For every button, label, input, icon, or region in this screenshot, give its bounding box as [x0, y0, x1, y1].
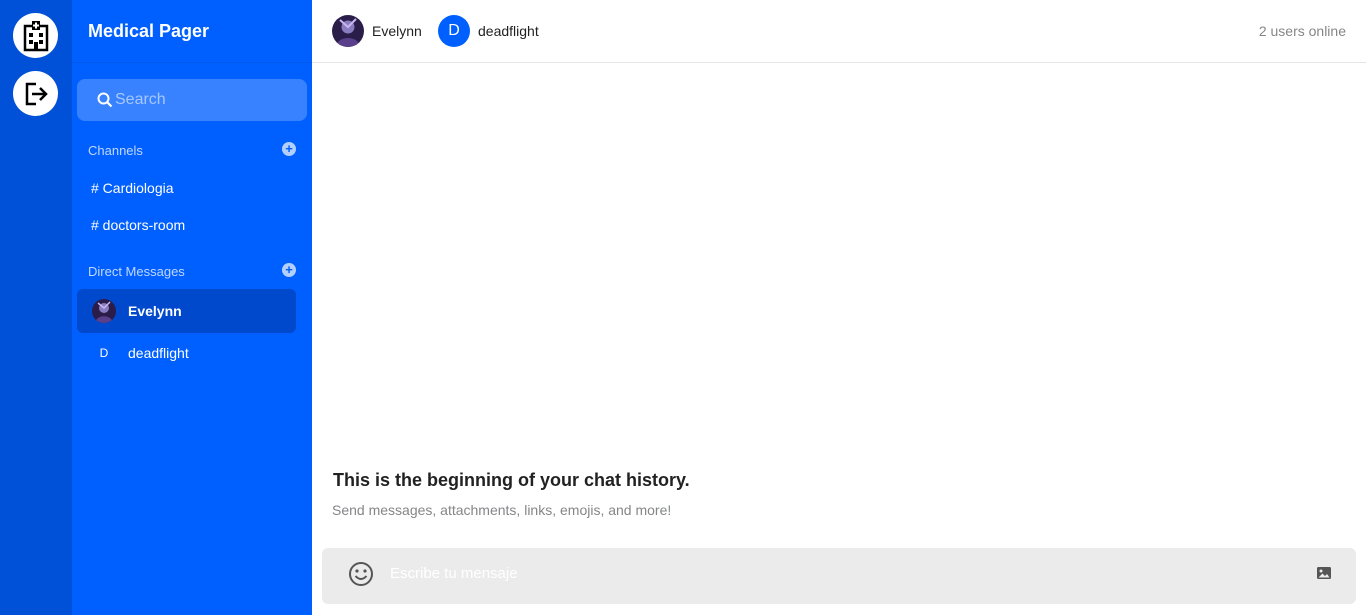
chat-panel: Evelynn D deadflight 2 users online This… — [312, 0, 1366, 615]
plus-icon: + — [285, 141, 293, 156]
add-direct-message-button[interactable]: + — [282, 263, 296, 277]
avatar — [92, 299, 116, 323]
channel-sidebar: Medical Pager Channels + # Cardiologia #… — [72, 0, 312, 615]
member-name: deadflight — [478, 23, 539, 39]
icon-rail — [0, 0, 72, 615]
direct-messages-header: Direct Messages — [88, 264, 185, 279]
dm-item-deadflight[interactable]: D deadflight — [77, 331, 296, 375]
online-count: 2 users online — [1258, 23, 1346, 39]
dm-name: Evelynn — [128, 303, 182, 319]
image-upload-icon[interactable] — [1316, 565, 1332, 581]
channel-item-doctors-room[interactable]: # doctors-room — [91, 217, 185, 233]
logout-button[interactable] — [13, 71, 58, 116]
chat-header: Evelynn D deadflight 2 users online — [312, 0, 1366, 63]
plus-icon: + — [285, 262, 293, 277]
search-icon — [97, 92, 113, 108]
member-deadflight[interactable]: D deadflight — [438, 15, 539, 47]
app-title: Medical Pager — [88, 21, 210, 41]
dm-item-evelynn[interactable]: Evelynn — [77, 289, 296, 333]
avatar: D — [99, 346, 109, 360]
dm-name: deadflight — [128, 345, 189, 361]
avatar: D — [438, 15, 470, 47]
logout-icon — [25, 82, 48, 105]
avatar — [332, 15, 364, 47]
emoji-icon[interactable] — [347, 560, 375, 588]
channel-item-cardiologia[interactable]: # Cardiologia — [91, 180, 174, 196]
search-box[interactable] — [77, 79, 307, 121]
chat-history-title: This is the beginning of your chat histo… — [333, 470, 690, 490]
hospital-icon — [23, 20, 48, 51]
member-name: Evelynn — [372, 23, 422, 39]
channels-header: Channels — [88, 143, 143, 158]
add-channel-button[interactable]: + — [282, 142, 296, 156]
hospital-button[interactable] — [13, 13, 58, 58]
message-composer — [322, 548, 1356, 604]
message-input[interactable] — [390, 565, 1290, 582]
member-evelynn[interactable]: Evelynn — [332, 15, 422, 47]
chat-history-subtitle: Send messages, attachments, links, emoji… — [332, 502, 672, 518]
divider — [72, 62, 312, 63]
search-input[interactable] — [115, 91, 295, 109]
